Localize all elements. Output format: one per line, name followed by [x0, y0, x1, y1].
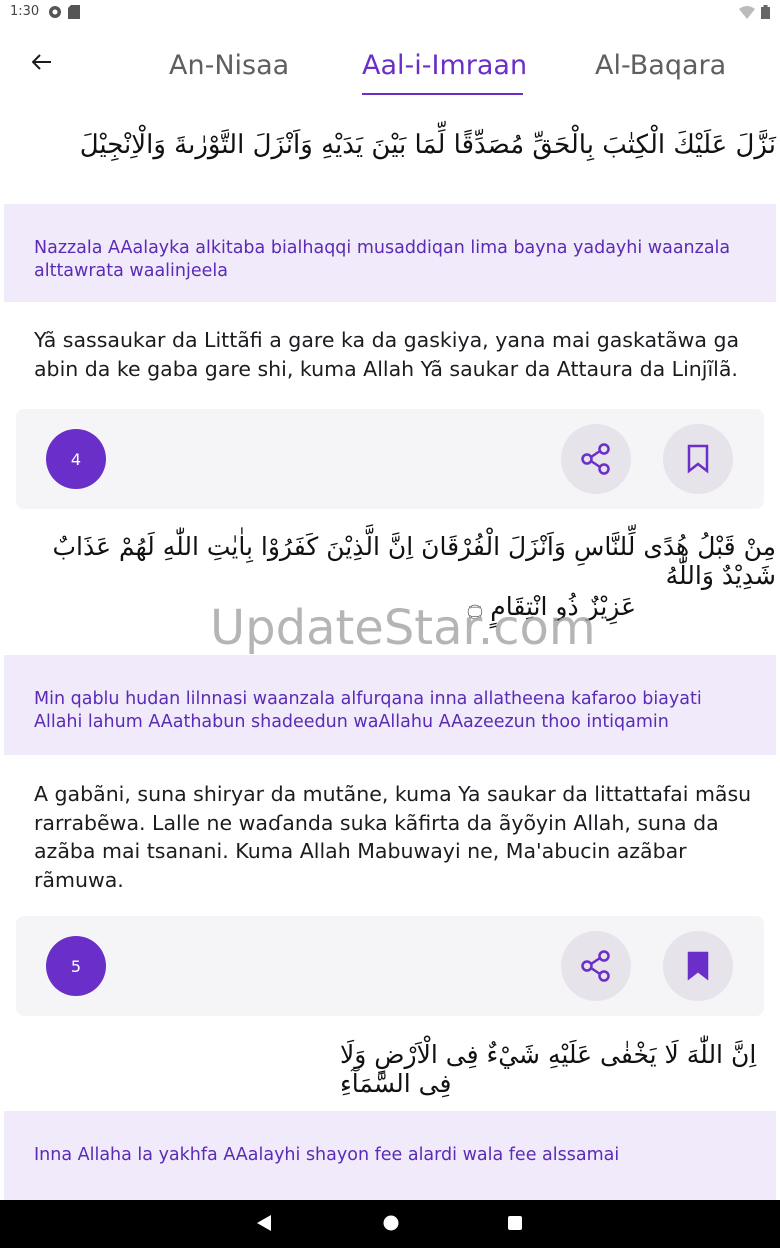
verse-arabic: اِنَّ اللّٰهَ لَا يَخْفٰى عَلَيْهِ شَيْء…: [40, 1040, 776, 1098]
watermark: UpdateStar.com: [210, 600, 596, 656]
share-button[interactable]: [561, 931, 631, 1001]
verse-translation: A gabãni, suna shiryar da mutãne, kuma Y…: [34, 782, 752, 892]
verse-transliteration: Nazzala AAalayka alkitaba bialhaqqi musa…: [34, 238, 731, 281]
verse-transliteration: Inna Allaha la yakhfa AAalayhi shayon fe…: [34, 1145, 620, 1165]
verse-number-badge: 4: [46, 429, 106, 489]
status-bar: 1:30: [0, 0, 780, 26]
share-button[interactable]: [561, 424, 631, 494]
active-tab-indicator: [362, 93, 523, 95]
verse-action-bar: 5: [16, 916, 764, 1016]
verse-arabic-text: اِنَّ اللّٰهَ لَا يَخْفٰى عَلَيْهِ شَيْء…: [340, 1040, 757, 1098]
verse-transliteration: Min qablu hudan lilnnasi waanzala alfurq…: [34, 689, 702, 732]
wifi-icon: [739, 6, 755, 19]
share-icon: [581, 443, 610, 475]
bookmark-filled-icon: [687, 951, 709, 981]
verse-arabic-line-1: مِنْ قَبْلُ هُدًى لِّلنَّاسِ وَاَنْزَلَ …: [52, 532, 777, 590]
app-notification-icon: [49, 6, 61, 18]
nav-back-icon[interactable]: [256, 1214, 272, 1232]
arrow-back-icon: [32, 54, 51, 70]
status-time: 1:30: [10, 4, 40, 19]
nav-recents-icon[interactable]: [507, 1214, 523, 1232]
battery-icon: [761, 5, 770, 19]
tab-al-baqara[interactable]: Al-Baqara: [595, 50, 726, 81]
transliteration-box: Min qablu hudan lilnnasi waanzala alfurq…: [4, 655, 776, 755]
tab-aal-i-imraan[interactable]: Aal-i-Imraan: [362, 50, 527, 81]
verse-action-bar: 4: [16, 409, 764, 509]
transliteration-box: Nazzala AAalayka alkitaba bialhaqqi musa…: [4, 204, 776, 302]
nav-home-icon[interactable]: [382, 1214, 400, 1232]
status-icons-right: [739, 5, 770, 19]
verse-arabic: نَزَّلَ عَلَيْكَ الْكِتٰبَ بِالْحَقِّ مُ…: [79, 130, 776, 160]
bookmark-button[interactable]: [663, 424, 733, 494]
top-app-bar: An-Nisaa Aal-i-Imraan Al-Baqara: [0, 26, 780, 106]
sd-card-icon: [68, 5, 80, 19]
system-navigation-bar: [0, 1200, 780, 1248]
verse-translation: Yã sassaukar da Littãfi a gare ka da gas…: [34, 328, 740, 381]
transliteration-box: Inna Allaha la yakhfa AAalayhi shayon fe…: [4, 1111, 776, 1200]
bookmark-outline-icon: [687, 444, 709, 474]
status-icons-left: [48, 5, 80, 19]
bookmark-button[interactable]: [663, 931, 733, 1001]
verse-number-badge: 5: [46, 936, 106, 996]
tab-an-nisaa[interactable]: An-Nisaa: [169, 50, 289, 81]
share-icon: [581, 950, 610, 982]
back-button[interactable]: [18, 38, 66, 86]
